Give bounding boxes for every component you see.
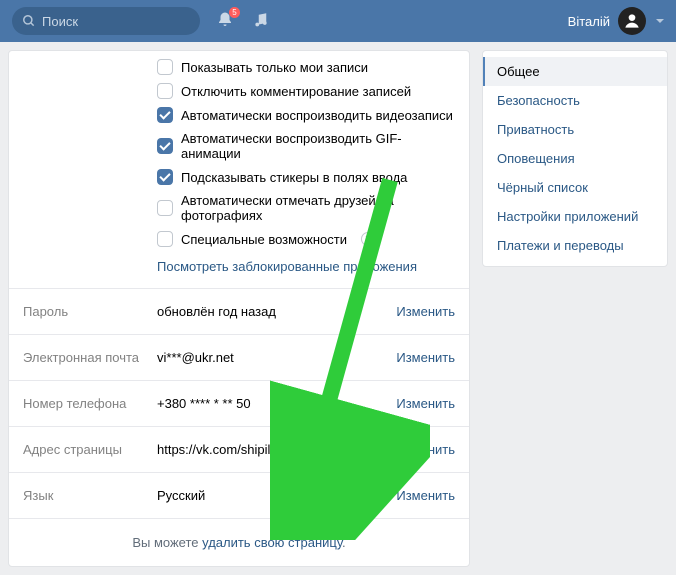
notifications-button[interactable]: 5 xyxy=(216,11,234,32)
info-label: Язык xyxy=(23,488,157,503)
top-header: 5 Віталій xyxy=(0,0,676,42)
checkbox-icon[interactable] xyxy=(157,138,173,154)
info-row: Электронная почтаvi***@ukr.netИзменить xyxy=(9,334,469,380)
checkbox-label: Специальные возможности xyxy=(181,232,347,247)
setting-checkbox-row[interactable]: Подсказывать стикеры в полях ввода xyxy=(157,165,455,189)
info-row: Номер телефона+380 **** * ** 50Изменить xyxy=(9,380,469,426)
setting-checkbox-row[interactable]: Автоматически отмечать друзей на фотогра… xyxy=(157,189,455,227)
checkbox-label: Автоматически отмечать друзей на фотогра… xyxy=(181,193,455,223)
setting-checkbox-row[interactable]: Отключить комментирование записей xyxy=(157,79,455,103)
checkbox-label: Показывать только мои записи xyxy=(181,60,368,75)
avatar xyxy=(618,7,646,35)
search-icon xyxy=(22,14,36,28)
sidebar-item[interactable]: Приватность xyxy=(483,115,667,144)
sidebar-item[interactable]: Оповещения xyxy=(483,144,667,173)
search-input[interactable] xyxy=(42,14,182,29)
checkbox-label: Отключить комментирование записей xyxy=(181,84,411,99)
change-link[interactable]: Изменить xyxy=(396,350,455,365)
sidebar-item[interactable]: Чёрный список xyxy=(483,173,667,202)
checkbox-icon[interactable] xyxy=(157,83,173,99)
info-row: ЯзыкРусскийИзменить xyxy=(9,472,469,518)
music-button[interactable] xyxy=(252,11,270,32)
info-label: Электронная почта xyxy=(23,350,157,365)
delete-page-row: Вы можете удалить свою страницу. xyxy=(9,518,469,566)
setting-checkbox-row[interactable]: Показывать только мои записи xyxy=(157,55,455,79)
footer-suffix: . xyxy=(342,535,346,550)
sidebar-item[interactable]: Платежи и переводы xyxy=(483,231,667,260)
checkbox-label: Автоматически воспроизводить видеозаписи xyxy=(181,108,453,123)
checkbox-icon[interactable] xyxy=(157,231,173,247)
footer-prefix: Вы можете xyxy=(132,535,202,550)
change-link[interactable]: Изменить xyxy=(396,442,455,457)
info-row: Адрес страницыhttps://vk.com/shipiloff_v… xyxy=(9,426,469,472)
checkbox-icon[interactable] xyxy=(157,169,173,185)
info-row: Парольобновлён год назадИзменить xyxy=(9,288,469,334)
music-icon xyxy=(252,11,270,29)
setting-checkbox-row[interactable]: Автоматически воспроизводить GIF-анимаци… xyxy=(157,127,455,165)
info-label: Пароль xyxy=(23,304,157,319)
checkbox-icon[interactable] xyxy=(157,59,173,75)
delete-page-link[interactable]: удалить свою страницу xyxy=(202,535,342,550)
settings-panel: Показывать только мои записи Отключить ко… xyxy=(8,50,470,567)
checkbox-label: Автоматически воспроизводить GIF-анимаци… xyxy=(181,131,455,161)
change-link[interactable]: Изменить xyxy=(396,304,455,319)
checkbox-icon[interactable] xyxy=(157,200,173,216)
chevron-down-icon xyxy=(656,19,664,23)
info-value: vi***@ukr.net xyxy=(157,350,396,365)
info-value: https://vk.com/shipiloff_vitalik xyxy=(157,442,396,457)
checkbox-label: Подсказывать стикеры в полях ввода xyxy=(181,170,407,185)
info-value: обновлён год назад xyxy=(157,304,396,319)
info-label: Номер телефона xyxy=(23,396,157,411)
info-value: +380 **** * ** 50 xyxy=(157,396,396,411)
help-icon[interactable]: ? xyxy=(361,232,375,246)
sidebar-item[interactable]: Безопасность xyxy=(483,86,667,115)
username-label: Віталій xyxy=(568,14,610,29)
blocked-apps-link[interactable]: Посмотреть заблокированные приложения xyxy=(157,251,455,276)
checkbox-icon[interactable] xyxy=(157,107,173,123)
user-menu[interactable]: Віталій xyxy=(568,7,664,35)
info-value: Русский xyxy=(157,488,396,503)
sidebar-item[interactable]: Настройки приложений xyxy=(483,202,667,231)
setting-checkbox-row[interactable]: Автоматически воспроизводить видеозаписи xyxy=(157,103,455,127)
search-box[interactable] xyxy=(12,7,200,35)
setting-checkbox-row[interactable]: Специальные возможности? xyxy=(157,227,455,251)
settings-sidebar: ОбщееБезопасностьПриватностьОповещенияЧё… xyxy=(482,50,668,267)
change-link[interactable]: Изменить xyxy=(396,488,455,503)
notification-badge: 5 xyxy=(229,7,240,18)
info-label: Адрес страницы xyxy=(23,442,157,457)
change-link[interactable]: Изменить xyxy=(396,396,455,411)
sidebar-item[interactable]: Общее xyxy=(483,57,667,86)
